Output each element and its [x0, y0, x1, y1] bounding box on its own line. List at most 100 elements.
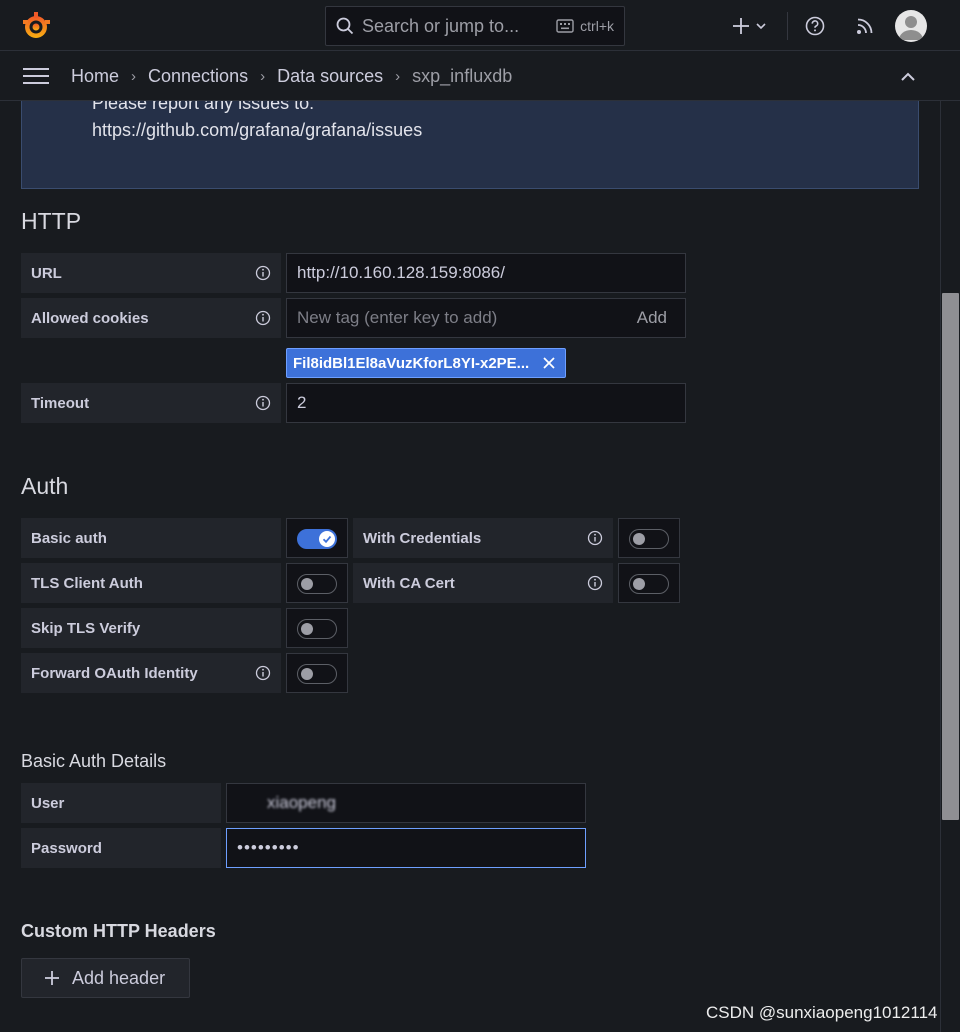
forward-oauth-label-text: Forward OAuth Identity — [31, 664, 198, 682]
toggle-knob — [301, 623, 313, 635]
url-input-value: http://10.160.128.159:8086/ — [297, 263, 505, 282]
toggle-knob — [301, 668, 313, 680]
password-input-value: ••••••••• — [237, 838, 300, 857]
user-label: User — [21, 783, 221, 823]
user-input-value: xiaopeng — [267, 793, 337, 812]
with-credentials-label-text: With Credentials — [363, 529, 482, 547]
with-credentials-toggle-box — [618, 518, 680, 558]
basic-auth-toggle[interactable] — [297, 529, 337, 549]
timeout-input[interactable]: 2 — [286, 383, 686, 423]
breadcrumb-separator-icon: › — [131, 67, 137, 85]
breadcrumb-separator-icon: › — [260, 67, 266, 85]
plus-icon — [732, 18, 749, 34]
search-shortcut-label: ctrl+k — [580, 18, 614, 34]
check-icon — [322, 535, 332, 544]
tls-client-auth-label: TLS Client Auth — [21, 563, 281, 603]
alert-line-1: Please report any issues to: — [92, 101, 315, 113]
info-icon[interactable] — [255, 265, 271, 281]
info-alert: Please report any issues to: https://git… — [21, 101, 919, 189]
scrollbar-thumb[interactable] — [942, 293, 959, 820]
vertical-scrollbar[interactable] — [940, 101, 960, 1032]
breadcrumb-connections[interactable]: Connections — [148, 66, 248, 87]
password-input[interactable]: ••••••••• — [226, 828, 586, 868]
search-placeholder: Search or jump to... — [362, 15, 520, 36]
keyboard-icon — [556, 19, 574, 33]
breadcrumb-bar: Home › Connections › Data sources › sxp_… — [0, 51, 960, 101]
basic-auth-toggle-box — [286, 518, 348, 558]
search-icon — [336, 17, 354, 35]
breadcrumb: Home › Connections › Data sources › sxp_… — [71, 51, 512, 101]
with-ca-cert-toggle-box — [618, 563, 680, 603]
with-ca-cert-toggle[interactable] — [629, 574, 669, 594]
info-icon[interactable] — [587, 530, 603, 546]
password-label: Password — [21, 828, 221, 868]
forward-oauth-toggle-box — [286, 653, 348, 693]
help-icon — [805, 16, 825, 36]
toggle-knob — [319, 531, 335, 547]
http-section-title: HTTP — [21, 208, 82, 234]
breadcrumb-current: sxp_influxdb — [412, 65, 513, 86]
allowed-cookies-input[interactable]: New tag (enter key to add) Add — [286, 298, 686, 338]
add-header-label: Add header — [72, 967, 166, 988]
topbar-divider — [787, 12, 788, 40]
user-input[interactable]: xiaopeng — [226, 783, 586, 823]
plus-icon — [45, 971, 59, 985]
breadcrumb-home[interactable]: Home — [71, 66, 119, 87]
allowed-cookies-label: Allowed cookies — [21, 298, 281, 338]
info-icon[interactable] — [587, 575, 603, 591]
close-icon[interactable] — [541, 355, 557, 371]
menu-toggle-icon[interactable] — [23, 68, 49, 86]
forward-oauth-label: Forward OAuth Identity — [21, 653, 281, 693]
info-icon[interactable] — [255, 395, 271, 411]
info-icon[interactable] — [255, 665, 271, 681]
url-label: URL — [21, 253, 281, 293]
watermark: CSDN @sunxiaopeng1012114 — [706, 1003, 938, 1022]
grafana-logo-icon[interactable] — [20, 10, 52, 42]
timeout-label: Timeout — [21, 383, 281, 423]
toggle-knob — [633, 578, 645, 590]
with-ca-cert-label-text: With CA Cert — [363, 574, 455, 592]
search-bar[interactable]: Search or jump to... ctrl+k — [325, 6, 625, 46]
allowed-cookies-placeholder: New tag (enter key to add) — [297, 308, 498, 327]
timeout-input-value: 2 — [297, 393, 307, 412]
help-button[interactable] — [804, 15, 826, 37]
skip-tls-verify-toggle-box — [286, 608, 348, 648]
toggle-knob — [301, 578, 313, 590]
chevron-up-icon[interactable] — [898, 67, 918, 87]
timeout-label-text: Timeout — [31, 394, 90, 412]
allowed-cookies-label-text: Allowed cookies — [31, 309, 149, 327]
with-credentials-toggle[interactable] — [629, 529, 669, 549]
breadcrumb-data-sources[interactable]: Data sources — [277, 66, 383, 87]
info-icon[interactable] — [255, 310, 271, 326]
url-input[interactable]: http://10.160.128.159:8086/ — [286, 253, 686, 293]
top-nav-bar: Search or jump to... ctrl+k — [0, 0, 960, 51]
new-dropdown-button[interactable] — [728, 13, 770, 39]
toggle-knob — [633, 533, 645, 545]
skip-tls-verify-label: Skip TLS Verify — [21, 608, 281, 648]
search-shortcut: ctrl+k — [556, 18, 614, 34]
forward-oauth-toggle[interactable] — [297, 664, 337, 684]
basic-auth-label-text: Basic auth — [31, 529, 107, 547]
with-ca-cert-label: With CA Cert — [353, 563, 613, 603]
tls-client-auth-label-text: TLS Client Auth — [31, 574, 143, 592]
add-cookie-button[interactable]: Add — [637, 308, 667, 328]
user-avatar[interactable] — [895, 10, 927, 42]
custom-headers-title: Custom HTTP Headers — [21, 921, 216, 941]
chevron-down-icon — [755, 23, 766, 30]
skip-tls-verify-label-text: Skip TLS Verify — [31, 619, 141, 637]
basic-auth-label: Basic auth — [21, 518, 281, 558]
auth-section-title: Auth — [21, 473, 69, 499]
user-label-text: User — [31, 794, 65, 812]
user-avatar-icon — [899, 16, 923, 40]
password-label-text: Password — [31, 839, 102, 857]
cookie-tag: Fil8idBl1El8aVuzKforL8YI-x2PE... — [286, 348, 566, 378]
add-header-button[interactable]: Add header — [21, 958, 190, 998]
tls-client-auth-toggle[interactable] — [297, 574, 337, 594]
basic-auth-details-title: Basic Auth Details — [21, 751, 167, 771]
skip-tls-verify-toggle[interactable] — [297, 619, 337, 639]
alert-line-2: https://github.com/grafana/grafana/issue… — [92, 120, 423, 140]
news-button[interactable] — [854, 15, 876, 37]
breadcrumb-separator-icon: › — [395, 67, 401, 85]
page-content: Please report any issues to: https://git… — [0, 101, 940, 1032]
with-credentials-label: With Credentials — [353, 518, 613, 558]
